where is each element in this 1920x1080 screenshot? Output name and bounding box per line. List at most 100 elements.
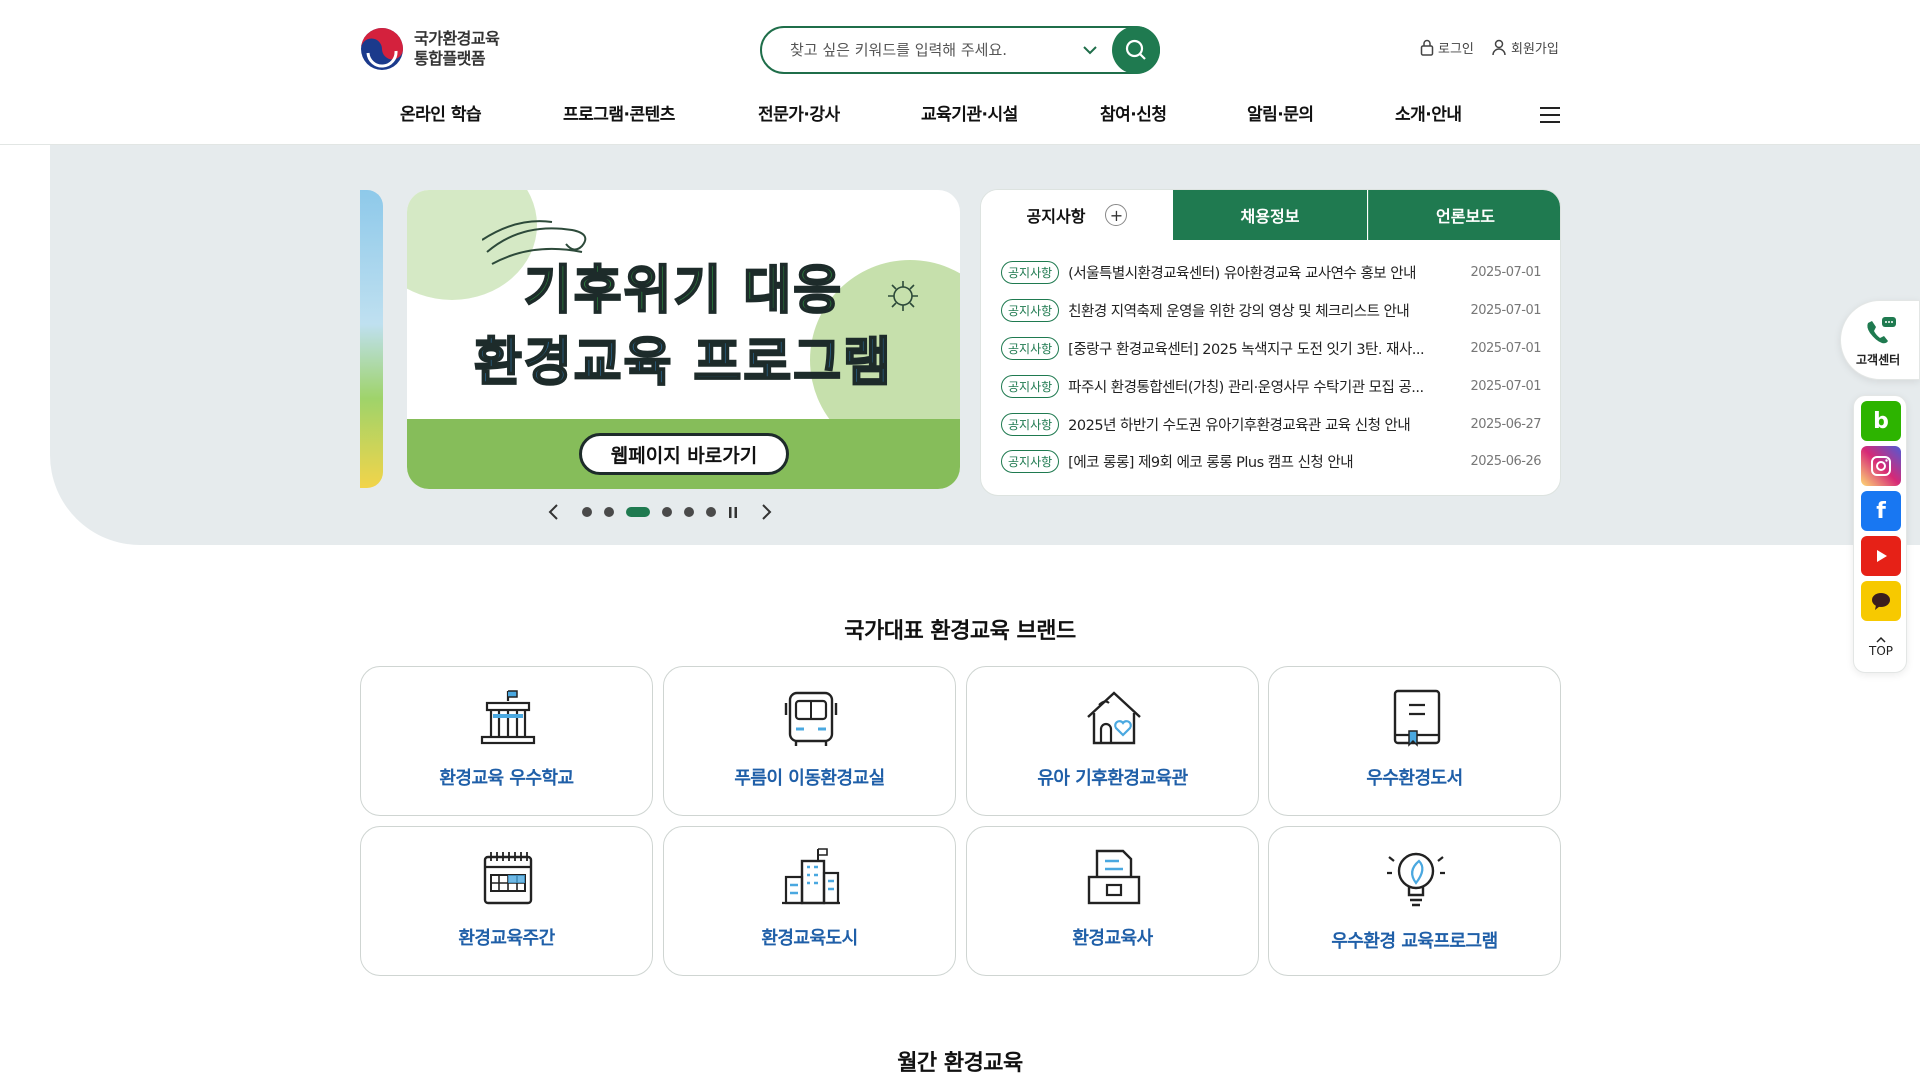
notice-row[interactable]: 공지사항 [중랑구 환경교육센터] 2025 녹색지구 도전 잇기 3탄. 재사… xyxy=(1001,334,1541,362)
scroll-top-button[interactable]: TOP xyxy=(1854,632,1908,672)
kakao-talk-icon[interactable] xyxy=(1861,581,1901,621)
brand-card-label: 환경교육사 xyxy=(1072,928,1153,949)
main-banner-slide[interactable]: 기후위기 대응 환경교육 프로그램 웹페이지 바로가기 xyxy=(407,190,960,489)
top-label: TOP xyxy=(1868,644,1893,658)
notice-title: [중랑구 환경교육센터] 2025 녹색지구 도전 잇기 3탄. 재사... xyxy=(1068,341,1425,358)
signup-link[interactable]: 회원가입 xyxy=(1491,38,1559,57)
nav-notices[interactable]: 알림·문의 xyxy=(1247,100,1314,125)
notice-row[interactable]: 공지사항 [에코 롱롱] 제9회 에코 롱롱 Plus 캠프 신청 안내 202… xyxy=(1001,447,1541,475)
notice-badge: 공지사항 xyxy=(1001,336,1060,360)
city-icon xyxy=(782,848,840,905)
tab-recruitment[interactable]: 채용정보 xyxy=(1173,190,1367,240)
slide-prev-icon[interactable] xyxy=(546,500,562,524)
nav-institutions[interactable]: 교육기관·시설 xyxy=(921,100,1018,125)
calendar-icon xyxy=(483,852,533,905)
search-icon xyxy=(1125,39,1146,60)
search-button[interactable] xyxy=(1112,26,1160,74)
brand-card-label: 환경교육 우수학교 xyxy=(439,768,574,789)
tab-notices[interactable]: 공지사항 + xyxy=(981,190,1173,240)
notice-date: 2025-06-27 xyxy=(1470,416,1541,432)
house-heart-icon xyxy=(1087,691,1141,745)
nav-programs[interactable]: 프로그램·콘텐츠 xyxy=(563,100,675,125)
tab-press[interactable]: 언론보도 xyxy=(1368,190,1560,240)
monthly-section-title: 월간 환경교육 xyxy=(897,1051,1023,1076)
school-icon xyxy=(480,690,536,745)
notice-badge: 공지사항 xyxy=(1001,449,1060,473)
notice-title: (서울특별시환경교육센터) 유아환경교육 교사연수 홍보 안내 xyxy=(1068,265,1416,282)
notice-panel: 공지사항 + 채용정보 언론보도 공지사항 (서울특별시환경교육센터) 유아환경… xyxy=(980,189,1561,496)
notice-badge: 공지사항 xyxy=(1001,412,1060,436)
notice-date: 2025-07-01 xyxy=(1470,302,1541,318)
customer-center-label: 고객센터 xyxy=(1856,353,1901,367)
chevron-up-icon xyxy=(1876,636,1886,643)
instagram-icon[interactable] xyxy=(1861,446,1901,486)
notice-date: 2025-07-01 xyxy=(1470,378,1541,394)
nav-online-learning[interactable]: 온라인 학습 xyxy=(400,100,482,125)
search-box xyxy=(760,26,1160,74)
login-link[interactable]: 로그인 xyxy=(1420,38,1474,57)
phone-chat-icon xyxy=(1867,317,1896,344)
brand-section-title: 국가대표 환경교육 브랜드 xyxy=(844,619,1076,644)
notice-row[interactable]: 공지사항 친환경 지역축제 운영을 위한 강의 영상 및 체크리스트 안내 20… xyxy=(1001,296,1541,324)
banner-title-line2: 환경교육 프로그램 xyxy=(473,332,893,394)
user-icon xyxy=(1492,39,1506,56)
slide-dot-2[interactable] xyxy=(604,507,614,517)
blog-icon[interactable]: b xyxy=(1861,401,1901,441)
chevron-down-icon[interactable] xyxy=(1080,40,1100,60)
slide-dot-5[interactable] xyxy=(684,507,694,517)
logo-line1: 국가환경교육 xyxy=(414,29,500,48)
nav-experts[interactable]: 전문가·강사 xyxy=(758,100,840,125)
site-header: 국가환경교육 통합플랫폼 로그인 회원가입 온라인 학습 프로그램·콘텐츠 전문… xyxy=(0,0,1920,145)
nav-participation[interactable]: 참여·신청 xyxy=(1100,100,1167,125)
notice-date: 2025-06-26 xyxy=(1470,453,1541,469)
notice-badge: 공지사항 xyxy=(1001,298,1060,322)
banner-title-line1: 기후위기 대응 xyxy=(523,260,844,322)
slide-dot-1[interactable] xyxy=(582,507,592,517)
logo-line2: 통합플랫폼 xyxy=(414,49,486,68)
notice-badge: 공지사항 xyxy=(1001,260,1060,284)
brand-card-city[interactable]: 환경교육도시 xyxy=(663,826,956,976)
banner-link-button[interactable]: 웹페이지 바로가기 xyxy=(579,433,789,475)
brand-card-educator[interactable]: 환경교육사 xyxy=(966,826,1259,976)
search-input[interactable] xyxy=(790,38,1050,62)
notice-row[interactable]: 공지사항 (서울특별시환경교육센터) 유아환경교육 교사연수 홍보 안내 202… xyxy=(1001,258,1541,286)
customer-center-button[interactable]: 고객센터 xyxy=(1840,300,1920,380)
brand-card-label: 환경교육주간 xyxy=(458,928,555,949)
book-icon xyxy=(1393,689,1441,747)
more-plus-icon[interactable]: + xyxy=(1105,204,1128,226)
slide-dot-4[interactable] xyxy=(662,507,672,517)
notice-title: 친환경 지역축제 운영을 위한 강의 영상 및 체크리스트 안내 xyxy=(1068,303,1410,320)
brand-card-mobile-classroom[interactable]: 푸름이 이동환경교실 xyxy=(663,666,956,816)
brand-card-excellent-school[interactable]: 환경교육 우수학교 xyxy=(360,666,653,816)
notice-title: [에코 롱롱] 제9회 에코 롱롱 Plus 캠프 신청 안내 xyxy=(1068,454,1354,471)
youtube-icon[interactable] xyxy=(1861,536,1901,576)
login-label: 로그인 xyxy=(1438,42,1474,57)
notice-row[interactable]: 공지사항 파주시 환경통합센터(가칭) 관리·운영사무 수탁기관 모집 공...… xyxy=(1001,372,1541,400)
brand-card-books[interactable]: 우수환경도서 xyxy=(1268,666,1561,816)
brand-card-week[interactable]: 환경교육주간 xyxy=(360,826,653,976)
notice-title: 2025년 하반기 수도권 유아기후환경교육관 교육 신청 안내 xyxy=(1068,417,1411,434)
notice-badge: 공지사항 xyxy=(1001,374,1060,398)
nav-about[interactable]: 소개·안내 xyxy=(1395,100,1462,125)
notice-row[interactable]: 공지사항 2025년 하반기 수도권 유아기후환경교육관 교육 신청 안내 20… xyxy=(1001,410,1541,438)
site-logo[interactable]: 국가환경교육 통합플랫폼 xyxy=(360,27,500,71)
sns-quick-menu: b f TOP xyxy=(1853,395,1907,673)
menu-icon[interactable] xyxy=(1540,107,1560,125)
slide-next-icon[interactable] xyxy=(758,500,774,524)
brand-card-preschool-center[interactable]: 유아 기후환경교육관 xyxy=(966,666,1259,816)
bus-icon xyxy=(784,691,838,746)
pause-icon[interactable] xyxy=(726,500,740,524)
brand-card-program[interactable]: 우수환경 교육프로그램 xyxy=(1268,826,1561,976)
brand-card-label: 푸름이 이동환경교실 xyxy=(734,768,885,789)
facebook-icon[interactable]: f xyxy=(1861,491,1901,531)
taegeuk-logo-icon xyxy=(361,28,403,70)
main-navigation: 온라인 학습 프로그램·콘텐츠 전문가·강사 교육기관·시설 참여·신청 알림·… xyxy=(360,100,1560,130)
signup-label: 회원가입 xyxy=(1511,42,1559,57)
previous-slide-peek[interactable] xyxy=(360,190,383,488)
lock-icon xyxy=(1420,39,1434,56)
lightbulb-icon xyxy=(1387,852,1445,907)
slide-dot-3[interactable] xyxy=(626,507,650,517)
brand-card-label: 우수환경도서 xyxy=(1366,768,1463,789)
slide-dot-6[interactable] xyxy=(706,507,716,517)
certificate-icon xyxy=(1087,849,1141,905)
